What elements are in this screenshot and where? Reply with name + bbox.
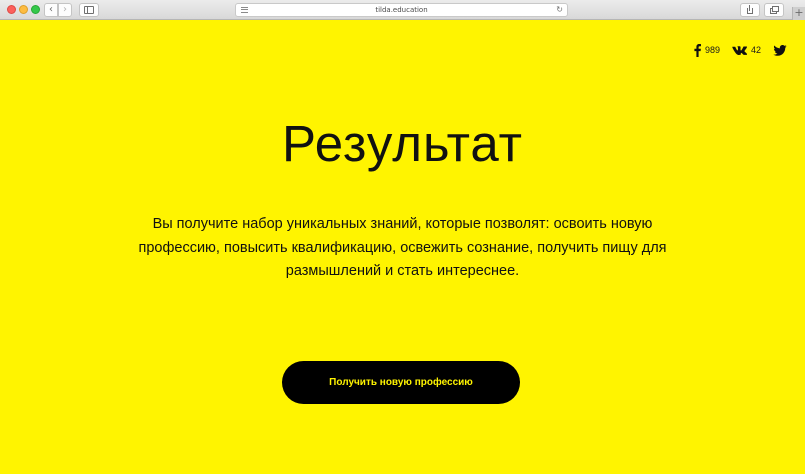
- twitter-icon: [773, 44, 787, 56]
- maximize-window-button[interactable]: [31, 5, 40, 14]
- show-tabs-button[interactable]: [764, 3, 784, 17]
- sidebar-toggle-button[interactable]: [79, 3, 99, 17]
- facebook-icon: [694, 43, 701, 57]
- address-url: tilda.education: [375, 6, 428, 14]
- address-bar[interactable]: tilda.education ↻: [235, 3, 568, 17]
- share-button[interactable]: [740, 3, 760, 17]
- new-tab-button[interactable]: +: [792, 7, 805, 20]
- vk-icon: [732, 45, 747, 55]
- facebook-share[interactable]: 989: [694, 43, 720, 57]
- share-icon: [747, 5, 753, 14]
- browser-toolbar: ‹ › tilda.education ↻ +: [0, 0, 805, 20]
- page-title: Результат: [282, 115, 523, 172]
- chevron-right-icon: ›: [63, 4, 67, 15]
- get-new-profession-button[interactable]: Получить новую профессию: [282, 361, 520, 404]
- close-window-button[interactable]: [7, 5, 16, 14]
- reload-icon[interactable]: ↻: [556, 5, 563, 15]
- back-button[interactable]: ‹: [44, 3, 58, 17]
- result-description: Вы получите набор уникальных знаний, кот…: [138, 216, 667, 279]
- vk-share[interactable]: 42: [732, 45, 761, 55]
- twitter-share[interactable]: [773, 44, 787, 56]
- sidebar-icon: [84, 6, 94, 14]
- forward-button[interactable]: ›: [58, 3, 72, 17]
- minimize-window-button[interactable]: [19, 5, 28, 14]
- vk-share-count: 42: [750, 45, 761, 55]
- plus-icon: +: [794, 6, 804, 19]
- facebook-share-count: 989: [704, 45, 720, 55]
- chevron-left-icon: ‹: [49, 4, 53, 15]
- social-share-bar: 989 42: [682, 42, 787, 58]
